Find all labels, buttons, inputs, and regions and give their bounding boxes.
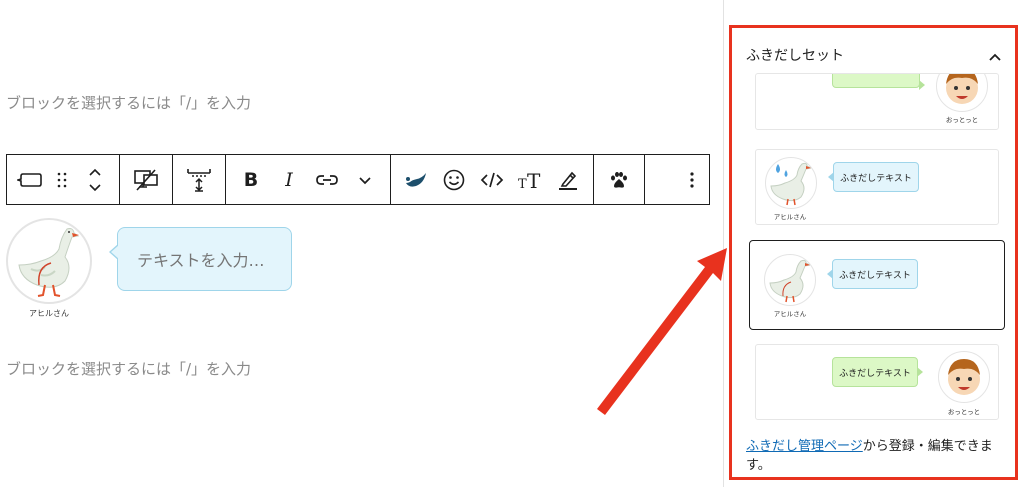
balloon-set-panel: ふきだしセット おっとっと アヒルさん ふきだしテキスト アヒルさん ふきだしテ… [729, 25, 1018, 480]
preset-name: アヒルさん [773, 310, 807, 318]
panel-title: ふきだしセット [746, 48, 844, 64]
emoji-icon[interactable] [435, 155, 473, 204]
boy-avatar [936, 74, 988, 112]
toolbar-group-options [645, 155, 729, 204]
toolbar-group-plugin [594, 155, 645, 204]
bold-icon[interactable]: B [232, 155, 270, 204]
bold-label: B [243, 168, 259, 191]
duck-avatar-sweat [765, 157, 817, 209]
toolbar-group-format: B I [226, 155, 391, 204]
link-icon[interactable] [308, 155, 346, 204]
preset-name: おっとっと [945, 116, 979, 124]
svg-text:T: T [518, 177, 527, 191]
drag-handle-icon[interactable] [49, 155, 75, 204]
preset-name: アヒルさん [773, 213, 807, 221]
preset-bubble [832, 74, 925, 90]
spacing-icon[interactable] [180, 155, 218, 204]
font-size-icon[interactable]: TT [511, 155, 549, 204]
balloon-preset-4[interactable]: ふきだしテキスト おっとっと [755, 344, 999, 420]
preset-bubble: ふきだしテキスト [827, 259, 918, 289]
italic-label: I [285, 168, 293, 191]
block-placeholder-top[interactable]: ブロックを選択するには「/」を入力 [6, 92, 251, 113]
toolbar-group-spacing [173, 155, 226, 204]
svg-text:T: T [527, 169, 541, 191]
device-visibility-icon[interactable] [127, 155, 165, 204]
balloon-preset-1[interactable]: おっとっと [755, 73, 999, 130]
avatar-name: アヒルさん [29, 309, 69, 318]
chevron-up-icon[interactable] [989, 46, 1001, 65]
block-toolbar: B I TT [6, 154, 710, 205]
preset-bubble: ふきだしテキスト [832, 357, 923, 387]
block-placeholder-bottom[interactable]: ブロックを選択するには「/」を入力 [6, 358, 251, 379]
code-icon[interactable] [473, 155, 511, 204]
marker-icon[interactable] [397, 155, 435, 204]
options-icon[interactable] [673, 155, 711, 204]
duck-avatar [764, 254, 816, 306]
balloon-manager-link[interactable]: ふきだし管理ページ [746, 439, 863, 454]
italic-icon[interactable]: I [270, 155, 308, 204]
balloon-preset-2[interactable]: アヒルさん ふきだしテキスト [755, 149, 999, 225]
toolbar-group-block [7, 155, 120, 204]
balloon-block-icon[interactable] [11, 155, 49, 204]
balloon-avatar[interactable]: アヒルさん [6, 218, 92, 319]
preset-bubble: ふきだしテキスト [828, 162, 919, 192]
highlight-icon[interactable] [549, 155, 587, 204]
boy-avatar [938, 351, 990, 403]
toolbar-group-extras: TT [391, 155, 594, 204]
duck-avatar [6, 218, 92, 304]
panel-footer: ふきだし管理ページから登録・編集できます。 [746, 437, 1014, 475]
toolbar-group-visibility [120, 155, 173, 204]
sidebar-divider [723, 0, 724, 487]
preset-name: おっとっと [947, 408, 981, 416]
more-rich-text-icon[interactable] [346, 155, 384, 204]
move-up-down-icon[interactable] [75, 155, 115, 204]
balloon-preset-3-selected[interactable]: アヒルさん ふきだしテキスト [749, 240, 1005, 330]
balloon-text-input[interactable]: テキストを入力… [109, 227, 292, 291]
paw-icon[interactable] [600, 155, 638, 204]
